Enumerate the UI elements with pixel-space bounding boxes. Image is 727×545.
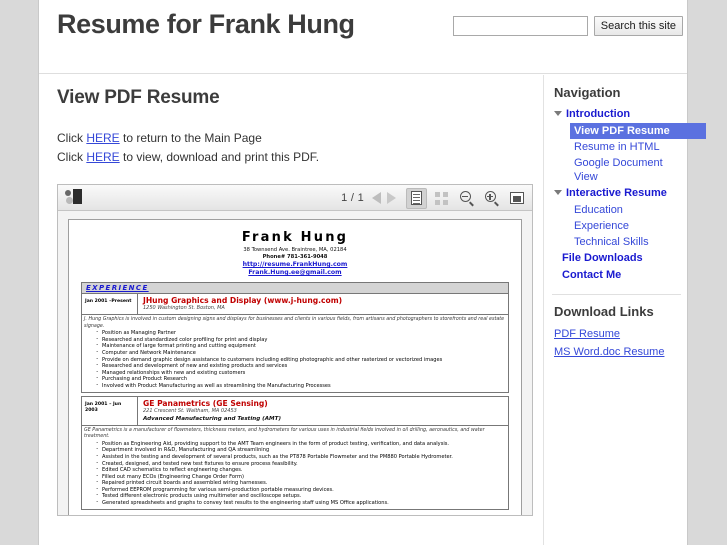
sidebar-item-view-pdf-resume[interactable]: View PDF Resume [570, 123, 706, 139]
content-canvas: Resume for Frank Hung Search this site V… [38, 0, 706, 545]
sidebar: Navigation Introduction View PDF Resume … [543, 75, 706, 545]
sidebar-divider [552, 294, 681, 295]
pdf-download-link[interactable]: HERE [86, 150, 119, 164]
triangle-left-icon[interactable] [372, 192, 381, 204]
download-links-heading: Download Links [554, 304, 654, 319]
main-page-link[interactable]: HERE [86, 131, 119, 145]
job-bullet: Performed EEPROM programming for various… [96, 486, 506, 494]
job-company: JHung Graphics and Display (www.j-hung.c… [143, 296, 343, 305]
page-root: Resume for Frank Hung Search this site V… [0, 0, 727, 545]
sidebar-item-google-document-view[interactable]: Google Document View [572, 155, 683, 185]
job-company: GE Panametrics (GE Sensing) [143, 398, 268, 408]
job-dates: Jan 2001 –Present [82, 294, 138, 314]
job-bullet: Provide on demand graphic design assista… [96, 356, 506, 364]
job-bullet: Purchasing and Product Research [96, 375, 506, 383]
page-title: View PDF Resume [57, 87, 220, 108]
job-bullet: Maintenance of large format printing and… [96, 342, 506, 350]
job-info: JHung Graphics and Display (www.j-hung.c… [138, 294, 508, 314]
download-link-pdf-resume[interactable]: PDF Resume [554, 325, 683, 343]
sidebar-item-experience[interactable]: Experience [572, 218, 683, 234]
sidebar-item-file-downloads[interactable]: File Downloads [552, 250, 683, 267]
job-bullet: Assisted in the testing and development … [96, 453, 506, 461]
sidebar-item-label[interactable]: Interactive Resume [566, 185, 667, 202]
site-header: Resume for Frank Hung Search this site [39, 0, 687, 74]
job-bullet: Edited CAD schematics to reflect enginee… [96, 466, 506, 474]
job-location: 1250 Washington St. Boston, MA [143, 305, 225, 311]
resume-phone: Phone# 781-361-9048 [262, 254, 328, 260]
search-input[interactable] [452, 16, 588, 36]
chevron-down-icon[interactable] [554, 111, 562, 116]
job-info: GE Panametrics (GE Sensing) 221 Crescent… [138, 397, 508, 425]
pdf-page: Frank Hung 38 Townsend Ave. Braintree, M… [68, 219, 522, 515]
resume-address: 38 Townsend Ave. Braintree, MA, 02184 [243, 247, 347, 253]
job-bullet: Created, designed, and tested new test f… [96, 460, 506, 468]
resume-job-entry: Jan 2001 – Jun 2003 GE Panametrics (GE S… [81, 395, 509, 426]
sidebar-item-contact-me[interactable]: Contact Me [552, 267, 683, 284]
job-bullet-list: Position as Engineering Aid, providing s… [81, 440, 509, 510]
fit-page-icon[interactable] [506, 188, 527, 209]
sidebar-item-resume-in-html[interactable]: Resume in HTML [572, 139, 683, 155]
job-bullet: Position as Managing Partner [96, 329, 506, 337]
job-description: GE Panametrics is a manufacturer of flow… [81, 425, 509, 441]
job-bullet: Researched and development of new and ex… [96, 362, 506, 370]
job-bullet: Filled out many ECOs (Engineering Change… [96, 473, 506, 481]
body-wrapper: View PDF Resume Click HERE to return to … [39, 75, 706, 545]
resume-email[interactable]: Frank.Hung.ee@gmail.com [81, 269, 509, 277]
paragraph-2-before: Click [57, 150, 87, 164]
grid-view-icon[interactable] [431, 188, 452, 209]
sidebar-item-introduction[interactable]: Introduction [552, 106, 683, 123]
job-bullet-list: Position as Managing Partner Researched … [81, 329, 509, 393]
main-column: View PDF Resume Click HERE to return to … [39, 75, 543, 545]
job-bullet: Managed relationships with new and exist… [96, 369, 506, 377]
chevron-down-icon[interactable] [554, 190, 562, 195]
job-bullet: Researched and standardized color profil… [96, 336, 506, 344]
sidebar-item-label[interactable]: Introduction [566, 106, 630, 123]
sidebar-item-interactive-resume[interactable]: Interactive Resume [552, 185, 683, 202]
page-indicator: 1 / 1 [341, 192, 364, 204]
search-button[interactable]: Search this site [593, 16, 683, 36]
job-bullet: Department involved in R&D, Manufacturin… [96, 446, 506, 454]
sidebar-item-technical-skills[interactable]: Technical Skills [572, 234, 683, 250]
site-title: Resume for Frank Hung [57, 9, 355, 39]
main-paragraph-2: Click HERE to view, download and print t… [57, 148, 533, 166]
job-bullet: Tested different electronic products usi… [96, 493, 506, 500]
resume-job-entry: Jan 2001 –Present JHung Graphics and Dis… [81, 294, 509, 315]
job-location: 221 Crescent St. Waltham, MA 02453 [143, 407, 237, 414]
navigation-heading: Navigation [554, 85, 621, 100]
job-bullet: Repaired printed circuit boards and asse… [96, 479, 506, 487]
main-paragraph-1: Click HERE to return to the Main Page [57, 129, 533, 147]
sidebar-item-label[interactable]: File Downloads [562, 250, 643, 267]
pdf-stage[interactable]: Frank Hung 38 Townsend Ave. Braintree, M… [58, 211, 532, 515]
paragraph-1-before: Click [57, 131, 87, 145]
triangle-right-icon[interactable] [387, 192, 396, 204]
zoom-out-icon[interactable] [456, 188, 477, 209]
job-bullet: Generated spreadsheets and graphs to con… [96, 499, 506, 507]
document-view-icon[interactable] [406, 187, 427, 209]
pdf-toolbar: 1 / 1 [58, 185, 532, 211]
paragraph-1-after: to return to the Main Page [119, 131, 262, 145]
paragraph-2-after: to view, download and print this PDF. [119, 150, 320, 164]
navigation-list: Introduction View PDF Resume Resume in H… [552, 106, 706, 284]
sidebar-item-education[interactable]: Education [572, 202, 683, 218]
zoom-in-icon[interactable] [481, 188, 502, 209]
job-bullet: Position as Engineering Aid, providing s… [96, 440, 506, 448]
job-description: J. Hung Graphics is involved in custom d… [81, 315, 509, 331]
job-bullet: Involved with Product Manufacturing as w… [96, 382, 506, 390]
google-docs-icon [64, 189, 82, 206]
sidebar-item-label[interactable]: Contact Me [562, 267, 621, 284]
pdf-viewer: 1 / 1 Frank Hung 38 Townsend Ave. Braint… [57, 184, 533, 516]
job-dates: Jan 2001 – Jun 2003 [82, 396, 138, 425]
site-search: Search this site [452, 16, 683, 36]
job-department: Advanced Manufacturing and Testing (AMT) [143, 415, 281, 422]
download-link-ms-word-resume[interactable]: MS Word.doc Resume [554, 343, 683, 361]
resume-website[interactable]: http://resume.FrankHung.com [81, 261, 509, 269]
resume-section-experience: EXPERIENCE [81, 282, 509, 294]
resume-name: Frank Hung [241, 230, 349, 245]
pdf-toolbar-controls: 1 / 1 [341, 185, 527, 211]
job-bullet: Computer and Network Maintenance [96, 349, 506, 357]
